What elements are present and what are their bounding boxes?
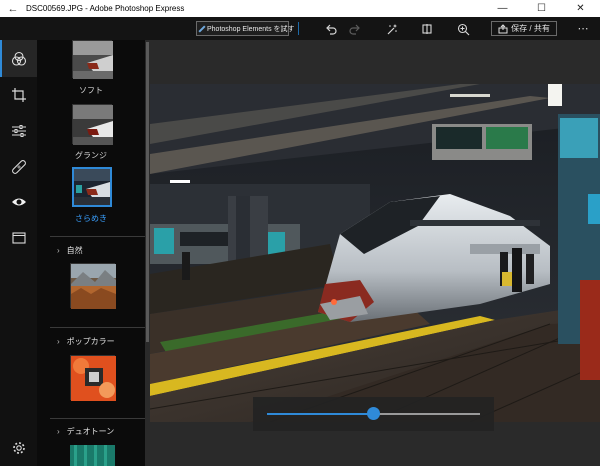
borders-icon[interactable] (8, 227, 29, 248)
chevron-right-icon: › (57, 246, 60, 255)
adjustments-icon[interactable] (8, 120, 29, 141)
save-share-label: 保存 / 共有 (511, 24, 550, 33)
minimize-icon: — (497, 3, 508, 14)
edited-photo (150, 84, 600, 422)
slider-fill (267, 413, 374, 415)
healing-icon[interactable] (8, 156, 29, 177)
window-title: DSC00569.JPG - Adobe Photoshop Express (26, 4, 185, 13)
category-pop-color[interactable]: › ポップカラー (57, 336, 115, 347)
maximize-button[interactable]: ☐ (522, 0, 561, 17)
category-thumbnail-pop-color[interactable] (70, 355, 116, 401)
auto-fix-icon[interactable] (384, 21, 400, 37)
zoom-in-icon[interactable] (455, 21, 471, 37)
category-label-pop-color: ポップカラー (66, 337, 115, 346)
category-divider (50, 418, 145, 419)
minimize-button[interactable]: — (483, 0, 522, 17)
chevron-right-icon: › (57, 337, 60, 346)
more-icon: ⋯ (577, 23, 589, 35)
chevron-right-icon: › (57, 427, 60, 436)
category-divider (50, 236, 145, 237)
red-eye-icon[interactable] (8, 191, 29, 212)
redo-icon[interactable] (347, 21, 363, 37)
close-icon: ✕ (576, 3, 585, 14)
look-label-sparkle: さらめき (75, 214, 107, 223)
maximize-icon: ☐ (537, 3, 546, 14)
top-toolbar: Photoshop Elements を試す 保存 / 共有 ⋯ (0, 17, 600, 40)
category-nature[interactable]: › 自然 (57, 245, 83, 256)
looks-panel: ソフト グランジ さらめき › 自然 › ポップカラー › デュオトーン (37, 40, 145, 466)
window-title-bar: ← DSC00569.JPG - Adobe Photoshop Express… (0, 0, 600, 17)
category-thumbnail-nature[interactable] (70, 263, 116, 309)
crop-icon[interactable] (8, 84, 29, 105)
undo-icon[interactable] (323, 21, 339, 37)
promo-label: Photoshop Elements を試す (207, 25, 295, 33)
look-label-soft: ソフト (79, 86, 103, 95)
back-button[interactable]: ← (0, 0, 26, 17)
save-share-button[interactable]: 保存 / 共有 (491, 21, 557, 36)
look-label-grunge: グランジ (75, 151, 107, 160)
photoshop-elements-button[interactable]: Photoshop Elements を試す (196, 21, 295, 36)
image-canvas[interactable] (150, 40, 600, 466)
compare-icon[interactable] (419, 21, 435, 37)
looks-icon[interactable] (8, 48, 29, 69)
look-thumbnail-grunge[interactable] (72, 104, 113, 145)
toolbar-separator (298, 22, 299, 35)
tool-rail (0, 40, 37, 466)
share-icon (498, 23, 508, 33)
settings-icon[interactable] (8, 437, 29, 458)
intensity-slider-thumb[interactable] (367, 407, 380, 420)
category-label-nature: 自然 (66, 246, 83, 255)
look-thumbnail-sparkle[interactable] (72, 167, 112, 207)
close-button[interactable]: ✕ (561, 0, 600, 17)
category-divider (50, 327, 145, 328)
category-thumbnail-duotone[interactable] (70, 445, 115, 466)
more-options-button[interactable]: ⋯ (576, 21, 590, 36)
category-duotone[interactable]: › デュオトーン (57, 426, 114, 437)
category-label-duotone: デュオトーン (66, 427, 115, 436)
photoshop-elements-icon (198, 24, 206, 33)
scrollbar-thumb[interactable] (146, 42, 149, 342)
look-thumbnail-soft[interactable] (72, 40, 113, 79)
back-arrow-icon: ← (7, 2, 19, 15)
look-intensity-slider-panel (253, 397, 494, 431)
